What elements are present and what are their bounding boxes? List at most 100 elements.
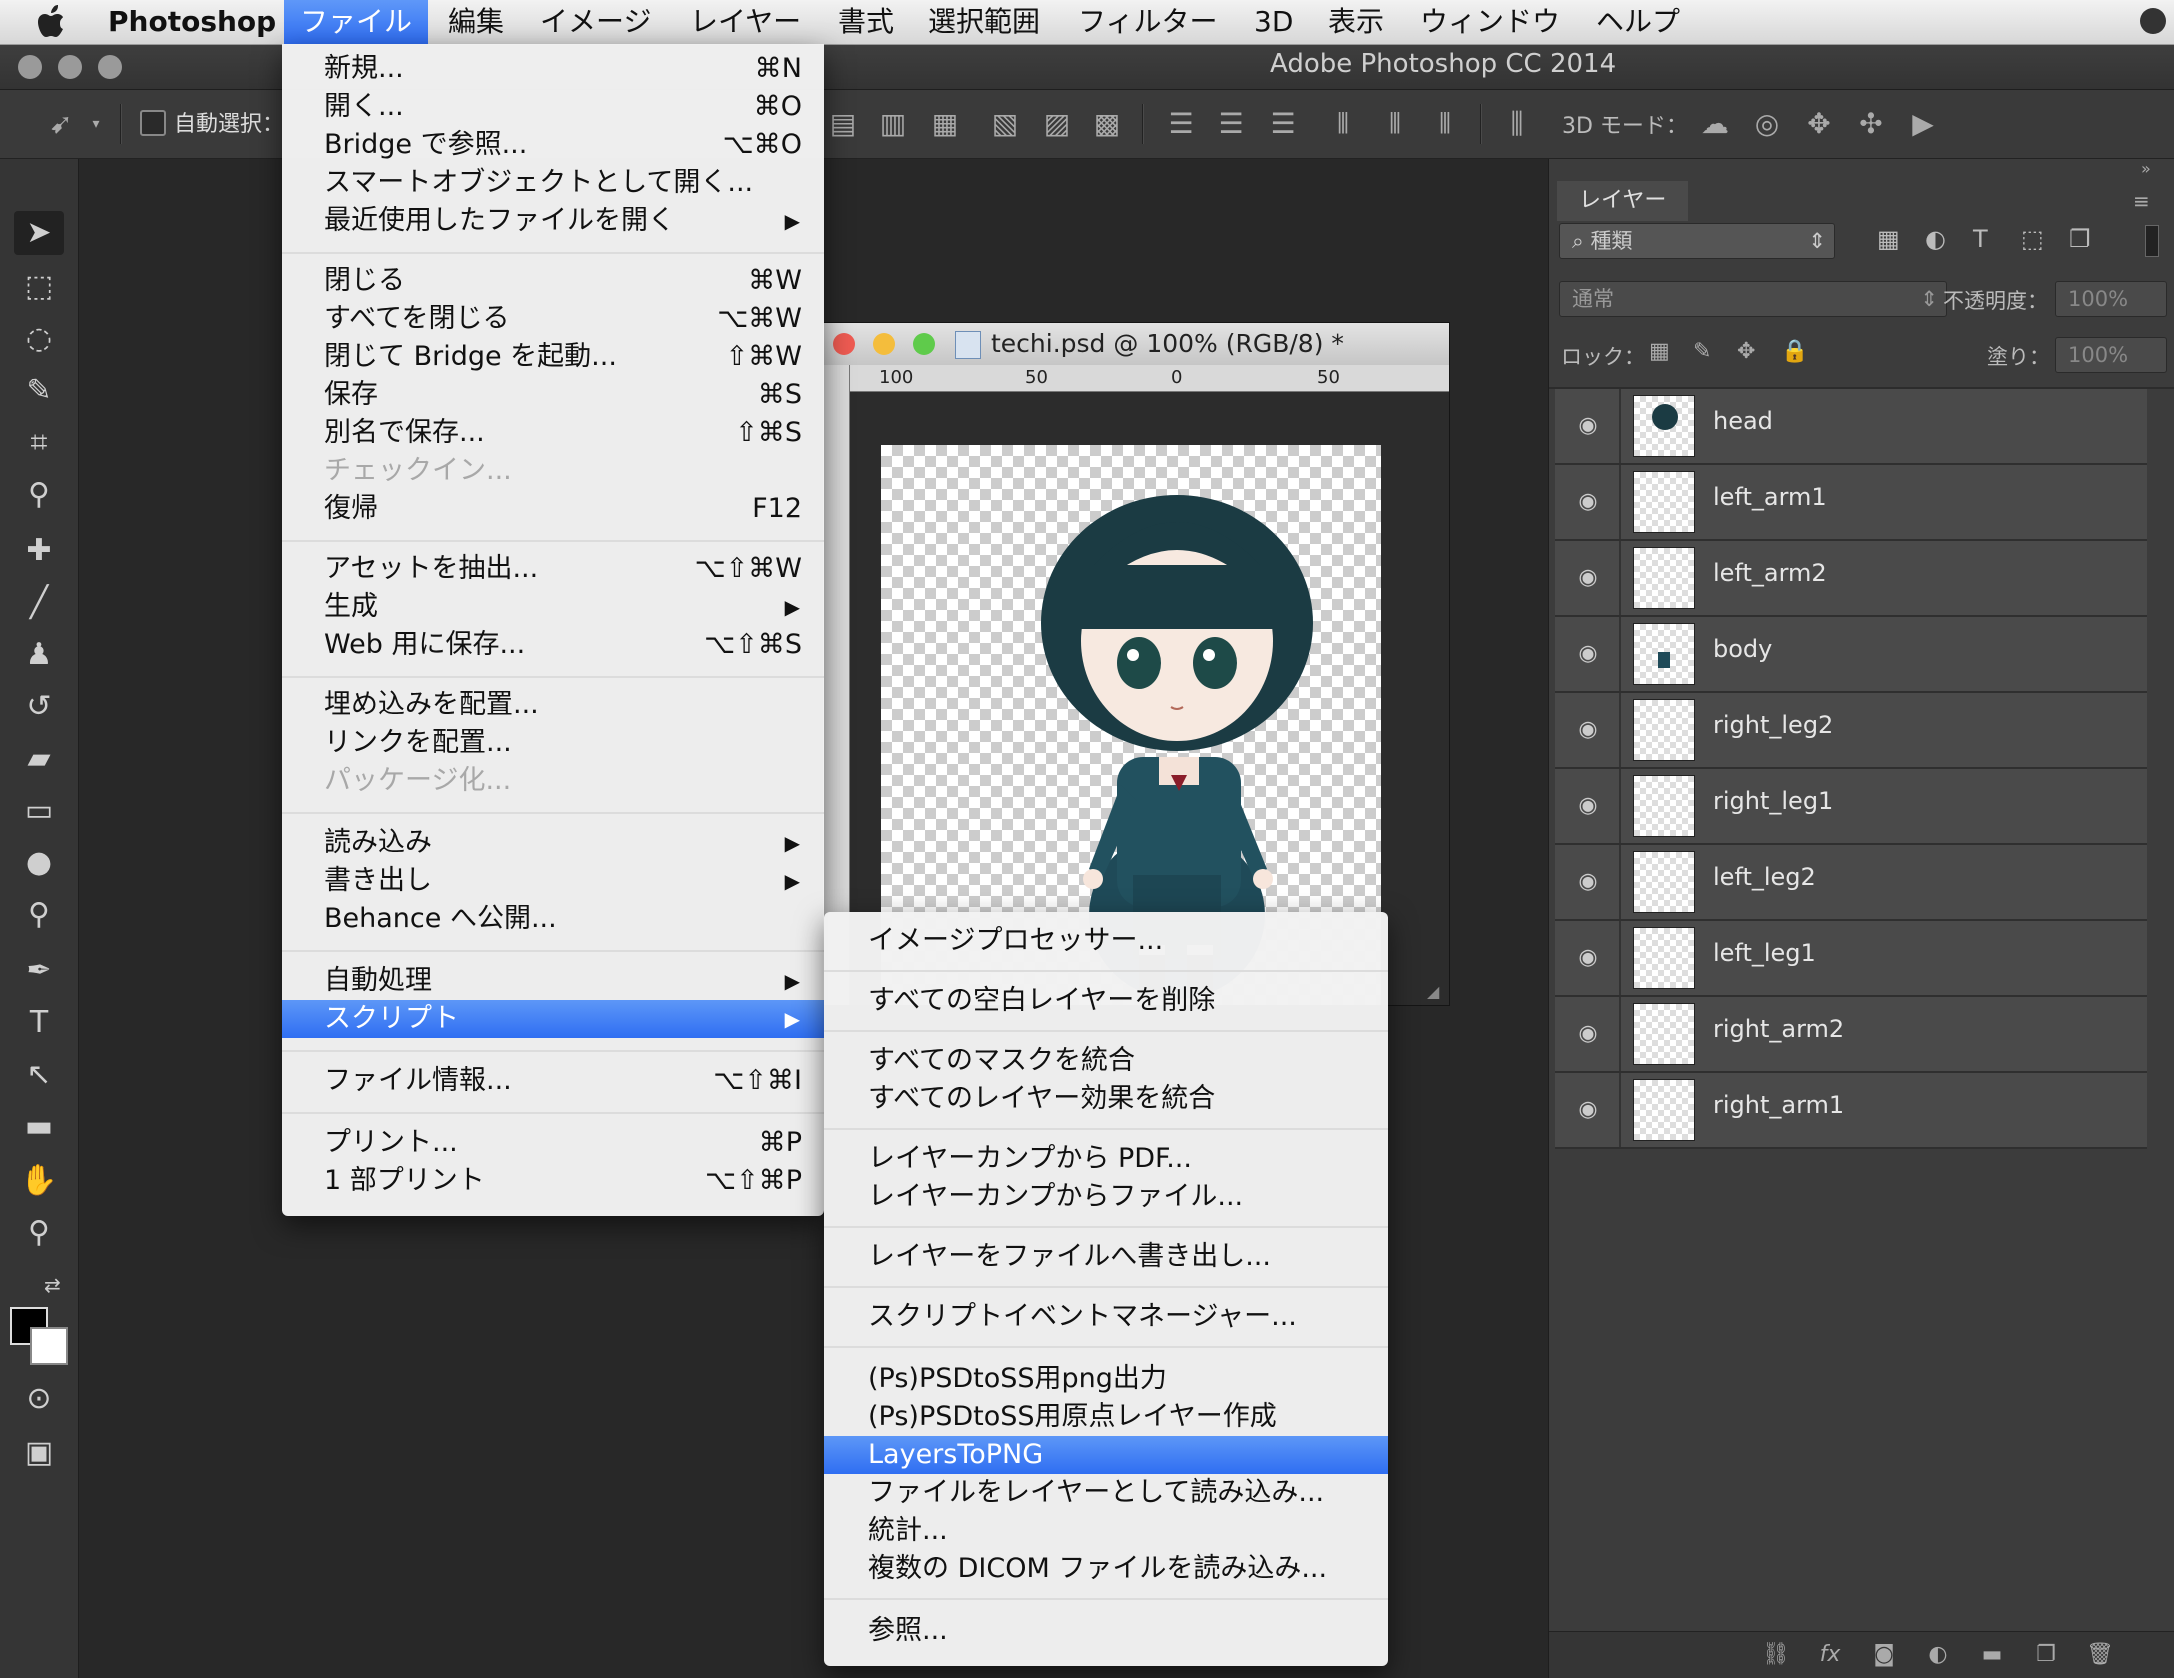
slide-3d-icon[interactable]: ✣ [1854,108,1888,140]
eye-icon[interactable]: ◉ [1571,713,1605,747]
menu-item-layers-to-png[interactable]: LayersToPNG [824,1436,1388,1474]
lasso-tool-icon[interactable]: ◌ [14,317,64,361]
window-close-button[interactable] [18,55,42,79]
clone-stamp-tool-icon[interactable]: ♟ [14,633,64,677]
menu-item-extract-assets[interactable]: アセットを抽出... ⌥⇧⌘W [282,550,824,588]
menu-item-automate[interactable]: 自動処理 ▶ [282,962,824,1000]
menu-item-close[interactable]: 閉じる ⌘W [282,262,824,300]
menu-window[interactable]: ウィンドウ [1420,0,1560,44]
menu-filter[interactable]: フィルター [1078,0,1217,44]
layer-row-right-arm1[interactable]: ◉ right_arm1 [1555,1073,2147,1149]
layer-row-left-leg2[interactable]: ◉ left_leg2 [1555,845,2147,921]
orbit-3d-icon[interactable]: ☁ [1698,108,1732,140]
layer-name[interactable]: right_arm1 [1713,1091,1844,1119]
menu-item-import[interactable]: 読み込み ▶ [282,824,824,862]
menu-item-place-embedded[interactable]: 埋め込みを配置... [282,686,824,724]
menu-item-delete-empty-layers[interactable]: すべての空白レイヤーを削除 [824,982,1388,1020]
align-bottom-icon[interactable]: ▦ [928,108,962,140]
move-tool-preset-icon[interactable]: ➹ [44,108,78,140]
menu-item-save-as[interactable]: 別名で保存... ⇧⌘S [282,414,824,452]
menu-item-flatten-masks[interactable]: すべてのマスクを統合 [824,1042,1388,1080]
layer-row-head[interactable]: ◉ head [1555,389,2147,465]
window-minimize-button[interactable] [58,55,82,79]
auto-select-checkbox[interactable] [140,110,166,136]
menu-item-layer-comps-files[interactable]: レイヤーカンプからファイル... [824,1178,1388,1216]
filter-adjustment-icon[interactable]: ◐ [1925,225,1946,253]
layer-name[interactable]: body [1713,635,1772,663]
swap-colors-icon[interactable]: ⇄ [44,1273,61,1297]
menu-item-script-event-manager[interactable]: スクリプトイベントマネージャー... [824,1298,1388,1336]
layer-row-left-arm2[interactable]: ◉ left_arm2 [1555,541,2147,617]
ruler-horizontal[interactable]: 100 50 0 50 [849,365,1449,392]
align-horizontal-center-icon[interactable]: ▨ [1040,108,1074,140]
hand-tool-icon[interactable]: ✋ [14,1159,64,1203]
layer-row-left-leg1[interactable]: ◉ left_leg1 [1555,921,2147,997]
link-layers-icon[interactable]: ⛓ [1761,1640,1791,1670]
lock-position-icon[interactable]: ✥ [1737,339,1755,364]
menu-file[interactable]: ファイル [284,0,429,44]
blend-mode-select[interactable]: 通常 ⇕ [1559,281,1947,317]
rectangle-tool-icon[interactable]: ▬ [14,1105,64,1149]
layer-row-right-arm2[interactable]: ◉ right_arm2 [1555,997,2147,1073]
auto-align-layers-icon[interactable]: ⫼ [1500,108,1534,140]
layer-row-body[interactable]: ◉ body [1555,617,2147,693]
menu-item-browse-bridge[interactable]: Bridge で参照... ⌥⌘O [282,126,824,164]
document-minimize-button[interactable] [873,333,895,355]
screen-mode-icon[interactable]: ▣ [14,1431,64,1475]
eye-icon[interactable]: ◉ [1571,409,1605,443]
menu-image[interactable]: イメージ [540,0,651,44]
gradient-tool-icon[interactable]: ▭ [14,789,64,833]
menu-item-layer-comps-pdf[interactable]: レイヤーカンプから PDF... [824,1140,1388,1178]
blur-tool-icon[interactable]: ● [14,841,64,885]
apple-icon[interactable] [36,4,70,40]
distribute-vertical-center-icon[interactable]: ☰ [1214,108,1248,140]
menu-view[interactable]: 表示 [1328,0,1384,44]
type-tool-icon[interactable]: T [14,1001,64,1045]
menu-item-open[interactable]: 開く... ⌘O [282,88,824,126]
menu-select[interactable]: 選択範囲 [928,0,1040,44]
menu-item-print-one-copy[interactable]: 1 部プリント ⌥⇧⌘P [282,1162,824,1200]
menu-item-print[interactable]: プリント... ⌘P [282,1124,824,1162]
menu-layer[interactable]: レイヤー [690,0,801,44]
menu-item-save-for-web[interactable]: Web 用に保存... ⌥⇧⌘S [282,626,824,664]
ruler-vertical[interactable] [823,365,850,1005]
menu-item-close-all[interactable]: すべてを閉じる ⌥⌘W [282,300,824,338]
layer-name[interactable]: left_arm2 [1713,559,1827,587]
add-mask-icon[interactable]: ◙ [1869,1640,1899,1670]
menu-item-statistics[interactable]: 統計... [824,1512,1388,1550]
menu-item-image-processor[interactable]: イメージプロセッサー... [824,922,1388,960]
menu-item-scripts[interactable]: スクリプト ▶ [282,1000,824,1038]
menu-item-psdtoss-origin-layer[interactable]: (Ps)PSDtoSS用原点レイヤー作成 [824,1398,1388,1436]
layer-row-right-leg1[interactable]: ◉ right_leg1 [1555,769,2147,845]
healing-brush-tool-icon[interactable]: ✚ [14,529,64,573]
move-tool-icon[interactable]: ➤ [14,211,64,255]
lock-all-icon[interactable]: 🔒 [1781,339,1808,364]
align-top-icon[interactable]: ▤ [826,108,860,140]
menu-item-place-linked[interactable]: リンクを配置... [282,724,824,762]
fill-input[interactable]: 100% [2055,337,2167,373]
marquee-tool-icon[interactable]: ⬚ [14,265,64,309]
eyedropper-tool-icon[interactable]: ⚲ [14,473,64,517]
menu-item-export-layers-files[interactable]: レイヤーをファイルへ書き出し... [824,1238,1388,1276]
crop-tool-icon[interactable]: ⌗ [14,421,64,465]
layer-name[interactable]: left_leg2 [1713,863,1816,891]
new-group-icon[interactable]: ▬ [1977,1640,2007,1670]
zoom-tool-icon[interactable]: ⚲ [14,1211,64,1255]
quick-selection-tool-icon[interactable]: ✎ [14,369,64,413]
adjustment-layer-icon[interactable]: ◐ [1923,1640,1953,1670]
layer-name[interactable]: head [1713,407,1773,435]
menu-item-close-go-bridge[interactable]: 閉じて Bridge を起動... ⇧⌘W [282,338,824,376]
eye-icon[interactable]: ◉ [1571,1093,1605,1127]
eraser-tool-icon[interactable]: ▰ [14,737,64,781]
opacity-input[interactable]: 100% [2055,281,2167,317]
menu-app-name[interactable]: Photoshop [108,0,276,44]
menu-item-export[interactable]: 書き出し ▶ [282,862,824,900]
menu-item-load-files-into-stack[interactable]: ファイルをレイヤーとして読み込み... [824,1474,1388,1512]
dodge-tool-icon[interactable]: ⚲ [14,893,64,937]
align-vertical-center-icon[interactable]: ▥ [876,108,910,140]
filter-shape-icon[interactable]: ⬚ [2021,225,2044,253]
history-brush-tool-icon[interactable]: ↺ [14,685,64,729]
menu-item-open-smart-object[interactable]: スマートオブジェクトとして開く... [282,164,824,202]
brush-tool-icon[interactable]: ╱ [14,581,64,625]
eye-icon[interactable]: ◉ [1571,1017,1605,1051]
